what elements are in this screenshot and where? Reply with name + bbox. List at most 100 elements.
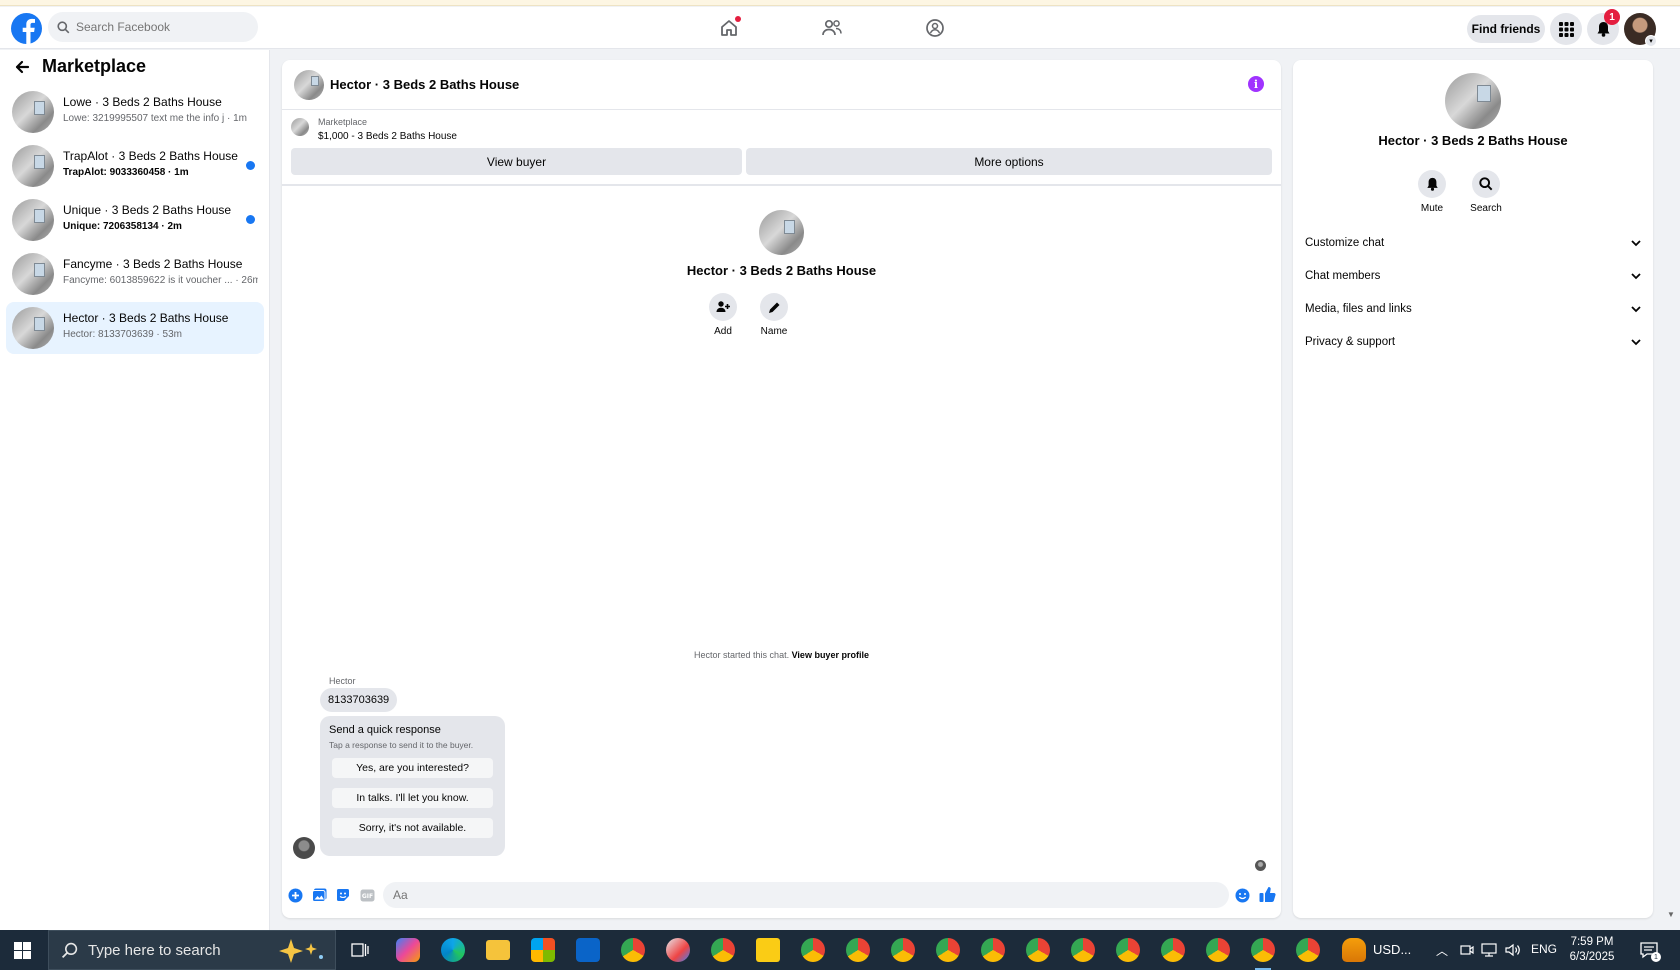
bell-icon[interactable] — [1418, 170, 1446, 198]
chrome-window-icon[interactable] — [1071, 938, 1095, 962]
name-label: Name — [760, 326, 788, 337]
meet-now-icon[interactable] — [1460, 943, 1474, 957]
media-files-links-section[interactable]: Media, files and links — [1305, 297, 1641, 321]
taskbar-clock[interactable]: 7:59 PM 6/3/2025 — [1562, 935, 1622, 965]
customize-chat-section[interactable]: Customize chat — [1305, 231, 1641, 255]
add-person-icon[interactable] — [709, 293, 737, 321]
chat-started-notice: Hector started this chat. View buyer pro… — [282, 650, 1281, 660]
chrome-window-icon[interactable] — [981, 938, 1005, 962]
chrome-window-icon[interactable] — [936, 938, 960, 962]
chrome-profile-app-icon[interactable] — [711, 938, 735, 962]
search-action[interactable]: Search — [1463, 170, 1509, 214]
chrome-window-icon[interactable] — [1116, 938, 1140, 962]
groups-nav-button[interactable] — [922, 15, 948, 41]
sender-avatar[interactable] — [293, 837, 315, 859]
quick-response-button[interactable]: In talks. I'll let you know. — [332, 788, 493, 808]
language-indicator[interactable]: ENG — [1531, 942, 1557, 956]
chat-started-text: Hector started this chat. — [694, 650, 790, 660]
network-icon[interactable] — [1481, 943, 1497, 957]
privacy-support-section[interactable]: Privacy & support — [1305, 330, 1641, 354]
chrome-window-icon[interactable] — [1206, 938, 1230, 962]
gif-icon[interactable]: GIF — [359, 887, 375, 903]
conversation-title: TrapAlot · 3 Beds 2 Baths House — [63, 149, 238, 163]
view-buyer-profile-link[interactable]: View buyer profile — [792, 650, 869, 660]
pencil-icon[interactable] — [760, 293, 788, 321]
message-bubble[interactable]: 8133703639 — [320, 688, 398, 712]
photo-icon[interactable] — [311, 887, 327, 903]
facebook-logo-icon[interactable] — [11, 13, 42, 44]
view-buyer-button[interactable]: View buyer — [291, 148, 742, 175]
chat-thumbnail[interactable] — [294, 70, 324, 100]
conversation-preview: Unique: 7206358134 · 2m — [63, 221, 182, 232]
search-input[interactable] — [76, 20, 246, 34]
microsoft-store-icon[interactable] — [531, 938, 555, 962]
currency-widget-icon[interactable] — [1342, 938, 1366, 962]
taskbar-search-box[interactable]: Type here to search — [48, 930, 336, 970]
quick-response-button[interactable]: Yes, are you interested? — [332, 758, 493, 778]
windows-start-icon[interactable] — [14, 942, 31, 959]
search-icon — [57, 20, 70, 33]
chrome-app-icon[interactable] — [621, 938, 645, 962]
conversation-preview: TrapAlot: 9033360458 · 1m — [63, 167, 189, 178]
file-explorer-icon[interactable] — [486, 940, 510, 960]
listing-thumbnail — [291, 118, 309, 136]
message-input[interactable] — [383, 882, 1229, 908]
chat-title[interactable]: Hector · 3 Beds 2 Baths House — [330, 77, 519, 92]
add-action[interactable]: Add — [703, 293, 743, 337]
chrome-window-icon[interactable] — [1296, 938, 1320, 962]
chrome-window-icon[interactable] — [1161, 938, 1185, 962]
chrome-window-icon[interactable] — [801, 938, 825, 962]
chrome-window-icon[interactable] — [891, 938, 915, 962]
back-arrow-icon[interactable] — [14, 59, 30, 75]
thumbs-up-icon[interactable] — [1258, 885, 1277, 904]
conversation-item[interactable]: TrapAlot · 3 Beds 2 Baths House TrapAlot… — [6, 140, 264, 192]
info-icon[interactable]: i — [1248, 76, 1264, 92]
listing-thumbnail — [12, 253, 54, 295]
conversation-item[interactable]: Fancyme · 3 Beds 2 Baths House Fancyme: … — [6, 248, 264, 300]
sticker-icon[interactable] — [335, 887, 351, 903]
task-view-icon[interactable] — [351, 941, 369, 959]
chevron-down-icon[interactable]: ▾ — [1645, 35, 1657, 47]
home-notification-dot — [735, 16, 741, 22]
name-action[interactable]: Name — [754, 293, 794, 337]
conversation-item[interactable]: Lowe · 3 Beds 2 Baths House Lowe: 321999… — [6, 86, 264, 138]
outlook-app-icon[interactable] — [576, 938, 600, 962]
mute-label: Mute — [1420, 203, 1444, 214]
chrome-window-icon[interactable] — [846, 938, 870, 962]
chevron-down-icon — [1631, 272, 1641, 279]
volume-icon[interactable] — [1505, 942, 1521, 958]
listing-thumbnail — [12, 145, 54, 187]
mute-action[interactable]: Mute — [1409, 170, 1455, 214]
emoji-icon[interactable] — [1234, 887, 1250, 903]
section-label: Privacy & support — [1305, 336, 1396, 348]
listing-thumbnail — [12, 91, 54, 133]
currency-widget-text[interactable]: USD... — [1373, 942, 1411, 957]
groups-icon — [926, 19, 944, 37]
search-icon[interactable] — [1472, 170, 1500, 198]
friends-nav-button[interactable] — [819, 15, 845, 41]
paint-app-icon[interactable] — [666, 938, 690, 962]
conversation-item-active[interactable]: Hector · 3 Beds 2 Baths House Hector: 81… — [6, 302, 264, 354]
chrome-window-icon[interactable] — [1026, 938, 1050, 962]
unread-indicator — [246, 161, 255, 170]
facebook-search-box[interactable] — [48, 12, 258, 42]
home-nav-button[interactable] — [716, 15, 742, 41]
plus-icon[interactable] — [287, 887, 303, 903]
scrollbar-down-arrow[interactable]: ▼ — [1667, 910, 1675, 919]
browser-top-strip — [0, 0, 1680, 6]
find-friends-button[interactable]: Find friends — [1467, 15, 1545, 43]
copilot-sparkle-icon — [279, 939, 323, 963]
menu-button[interactable] — [1550, 13, 1582, 45]
copilot-app-icon[interactable] — [396, 938, 420, 962]
info-profile-thumbnail[interactable] — [1445, 73, 1501, 129]
chrome-active-window-icon[interactable] — [1251, 938, 1275, 970]
edge-app-icon[interactable] — [441, 938, 465, 962]
clock-time: 7:59 PM — [1570, 936, 1614, 948]
conversation-item[interactable]: Unique · 3 Beds 2 Baths House Unique: 72… — [6, 194, 264, 246]
listing-price[interactable]: $1,000 - 3 Beds 2 Baths House — [318, 131, 457, 142]
quick-response-button[interactable]: Sorry, it's not available. — [332, 818, 493, 838]
chat-members-section[interactable]: Chat members — [1305, 264, 1641, 288]
more-options-button[interactable]: More options — [746, 148, 1272, 175]
chevron-up-icon[interactable]: ︿ — [1436, 942, 1448, 959]
notes-app-icon[interactable] — [756, 938, 780, 962]
